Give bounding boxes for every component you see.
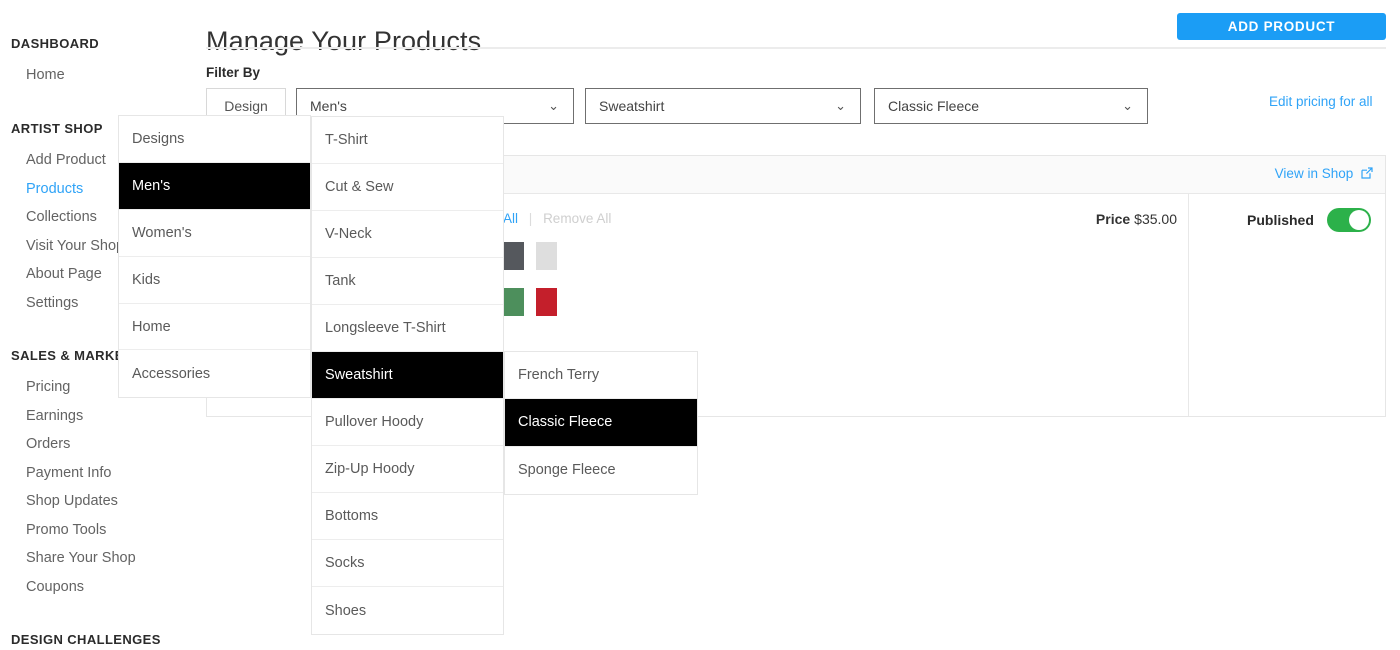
menu-item-v-neck[interactable]: V-Neck	[312, 211, 503, 258]
color-swatch-light-grey[interactable]	[536, 242, 557, 270]
product-type-select-value: Sweatshirt	[599, 98, 665, 114]
chevron-down-icon: ⌄	[835, 98, 846, 113]
product-type-dropdown-menu: T-Shirt Cut & Sew V-Neck Tank Longsleeve…	[311, 116, 504, 635]
sidebar-item-add-product[interactable]: Add Product	[0, 146, 124, 175]
menu-item-classic-fleece[interactable]: Classic Fleece	[505, 399, 697, 447]
menu-item-home[interactable]: Home	[119, 304, 310, 351]
sidebar-item-promo-tools[interactable]: Promo Tools	[0, 516, 156, 545]
menu-item-shoes[interactable]: Shoes	[312, 587, 503, 634]
remove-all-colors-link[interactable]: Remove All	[543, 211, 611, 226]
sidebar-group-artist-shop: ARTIST SHOP Add Product Products Collect…	[0, 121, 124, 317]
category-select-value: Men's	[310, 98, 347, 114]
menu-item-socks[interactable]: Socks	[312, 540, 503, 587]
page-title: Manage Your Products	[206, 26, 482, 57]
color-swatch-list	[503, 242, 583, 334]
external-link-icon	[1361, 167, 1373, 182]
published-label: Published	[1247, 212, 1314, 228]
published-toggle[interactable]	[1327, 208, 1372, 232]
sidebar-item-settings[interactable]: Settings	[0, 289, 124, 318]
sidebar-item-shop-updates[interactable]: Shop Updates	[0, 487, 156, 516]
sidebar-item-earnings[interactable]: Earnings	[0, 402, 156, 431]
chevron-down-icon: ⌄	[1122, 98, 1133, 113]
price-block: Price $35.00	[967, 211, 1177, 227]
material-select-value: Classic Fleece	[888, 98, 980, 114]
toggle-knob	[1349, 210, 1370, 230]
title-divider	[206, 47, 1386, 49]
menu-item-pullover-hoody[interactable]: Pullover Hoody	[312, 399, 503, 446]
material-dropdown-menu: French Terry Classic Fleece Sponge Fleec…	[504, 351, 698, 495]
menu-item-accessories[interactable]: Accessories	[119, 350, 310, 397]
menu-item-french-terry[interactable]: French Terry	[505, 352, 697, 400]
color-swatch-charcoal[interactable]	[503, 242, 524, 270]
category-dropdown-menu: Designs Men's Women's Kids Home Accessor…	[118, 115, 311, 399]
menu-item-designs[interactable]: Designs	[119, 116, 310, 163]
sidebar-item-about-page[interactable]: About Page	[0, 260, 124, 289]
price-label: Price	[1095, 211, 1131, 227]
menu-item-bottoms[interactable]: Bottoms	[312, 493, 503, 540]
product-type-select[interactable]: Sweatshirt ⌄	[585, 88, 861, 124]
sidebar-item-orders[interactable]: Orders	[0, 430, 156, 459]
menu-item-t-shirt[interactable]: T-Shirt	[312, 117, 503, 164]
menu-item-cut-and-sew[interactable]: Cut & Sew	[312, 164, 503, 211]
menu-item-sweatshirt[interactable]: Sweatshirt	[312, 352, 503, 399]
view-in-shop-label: View in Shop	[1274, 166, 1354, 181]
separator: |	[528, 211, 533, 226]
sidebar-item-home[interactable]: Home	[0, 61, 99, 90]
sidebar-item-visit-your-shop[interactable]: Visit Your Shop	[0, 232, 124, 261]
sidebar-item-collections[interactable]: Collections	[0, 203, 124, 232]
sidebar-item-share-your-shop[interactable]: Share Your Shop	[0, 544, 156, 573]
sidebar-group-title: ARTIST SHOP	[11, 121, 103, 136]
published-block: Published	[1247, 208, 1372, 237]
filter-by-label: Filter By	[206, 65, 261, 80]
menu-item-longsleeve-t-shirt[interactable]: Longsleeve T-Shirt	[312, 305, 503, 352]
sidebar-group-design-challenges: DESIGN CHALLENGES	[0, 632, 161, 647]
view-in-shop-link[interactable]: View in Shop	[1275, 166, 1373, 182]
sidebar-item-coupons[interactable]: Coupons	[0, 573, 156, 602]
material-select[interactable]: Classic Fleece ⌄	[874, 88, 1148, 124]
sidebar-group-title: DESIGN CHALLENGES	[11, 632, 161, 647]
menu-item-kids[interactable]: Kids	[119, 257, 310, 304]
add-product-button[interactable]: ADD PRODUCT	[1177, 13, 1386, 40]
sidebar-item-payment-info[interactable]: Payment Info	[0, 459, 156, 488]
sidebar-group-dashboard: DASHBOARD Home	[0, 36, 99, 90]
menu-item-zip-up-hoody[interactable]: Zip-Up Hoody	[312, 446, 503, 493]
menu-item-mens[interactable]: Men's	[119, 162, 310, 210]
select-all-colors-link[interactable]: All	[503, 211, 518, 226]
sidebar-item-products[interactable]: Products	[0, 175, 124, 204]
color-swatch-green[interactable]	[503, 288, 524, 316]
edit-pricing-for-all-link[interactable]: Edit pricing for all	[1269, 94, 1373, 109]
sidebar-group-title: DASHBOARD	[11, 36, 100, 51]
menu-item-womens[interactable]: Women's	[119, 210, 310, 257]
menu-item-tank[interactable]: Tank	[312, 258, 503, 305]
price-value[interactable]: $35.00	[1134, 211, 1177, 227]
chevron-down-icon: ⌄	[548, 98, 559, 113]
color-swatch-red[interactable]	[536, 288, 557, 316]
card-column-divider	[1188, 194, 1189, 416]
menu-item-sponge-fleece[interactable]: Sponge Fleece	[505, 447, 697, 494]
color-selection-links: All | Remove All	[503, 211, 611, 226]
